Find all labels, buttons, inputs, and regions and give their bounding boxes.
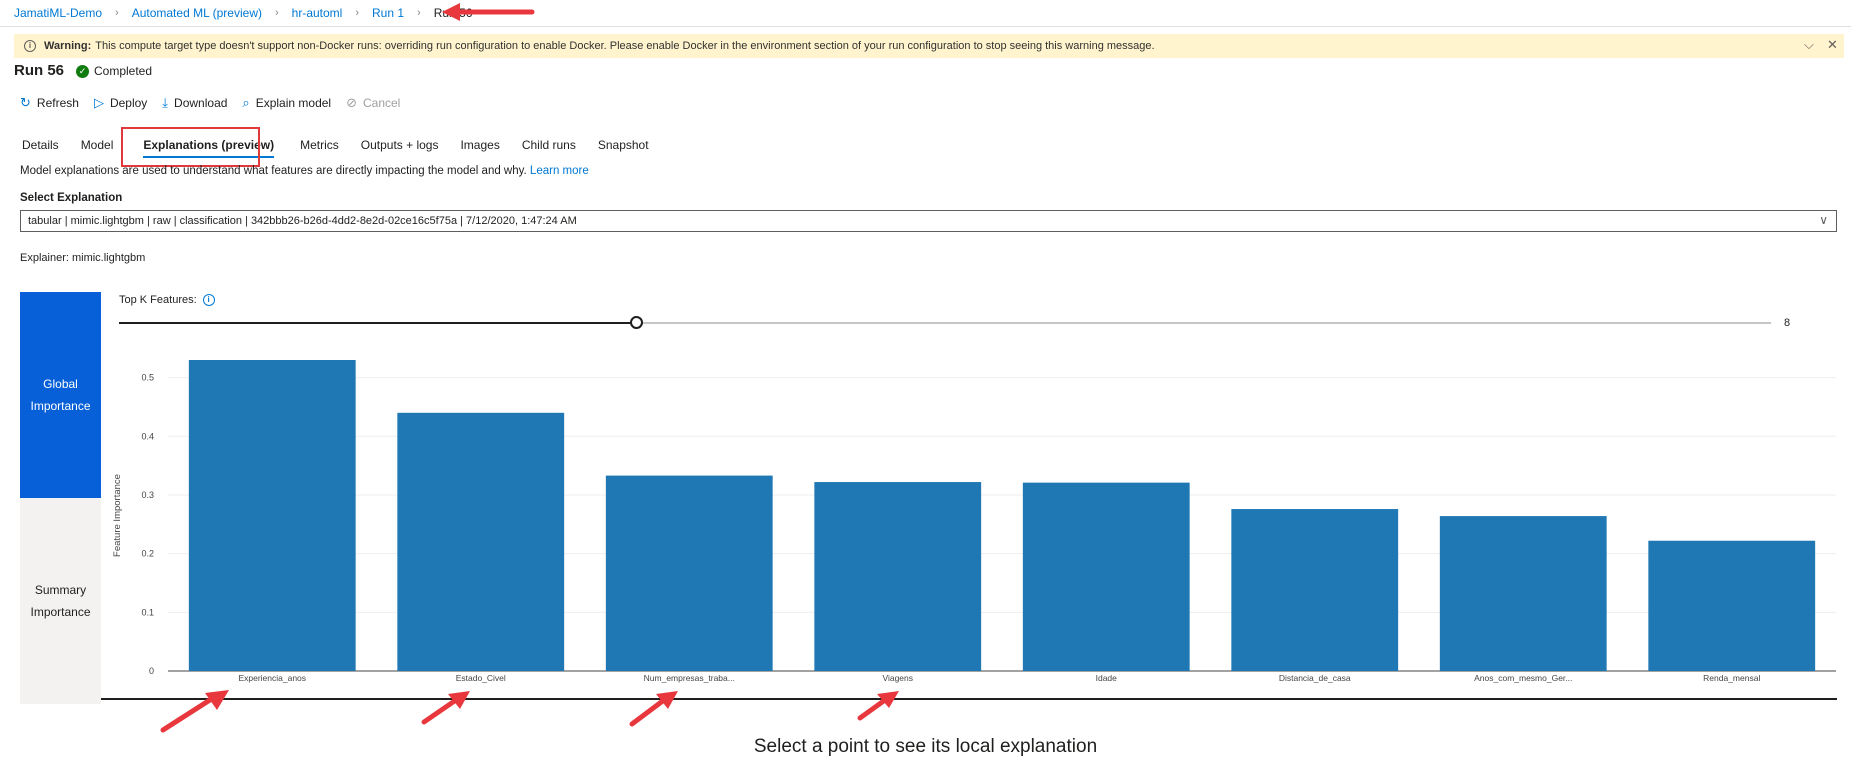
checkmark-icon: ✓ [76,64,89,78]
cancel-label: Cancel [362,96,401,110]
bar[interactable] [1231,509,1399,671]
explanation-dropdown-value: tabular | mimic.lightgbm | raw | classif… [28,215,577,227]
summary-importance-line2: Importance [30,605,91,619]
bar[interactable] [188,360,356,671]
deploy-label: Deploy [109,96,148,110]
breadcrumb-workspace[interactable]: JamatiML-Demo [14,6,102,20]
annotation-highlight-box [121,127,260,167]
bar[interactable] [1439,516,1607,671]
chevron-right-icon: › [115,7,119,19]
select-explanation-label: Select Explanation [20,192,123,204]
y-tick-label: 0.3 [141,490,154,500]
x-tick-label: Renda_mensal [1703,673,1760,683]
y-tick-label: 0.5 [141,373,154,383]
annotation-arrow [421,691,470,725]
tab-snapshot[interactable]: Snapshot [598,138,649,152]
y-tick-label: 0.2 [141,549,154,559]
breadcrumb-parent-run[interactable]: Run 1 [372,6,404,20]
chart-divider [101,698,1837,700]
tab-outputs-logs[interactable]: Outputs + logs [361,138,439,152]
cancel-button[interactable]: ⊘ Cancel [346,95,400,111]
breadcrumb-automl[interactable]: Automated ML (preview) [132,6,262,20]
download-icon: ⤓ [162,95,169,110]
bar[interactable] [397,412,565,671]
tab-model[interactable]: Model [81,138,114,152]
annotation-arrow [629,691,678,727]
chevron-down-icon: ∨ [1819,213,1828,227]
expand-icon[interactable]: ⌵ [1804,37,1814,53]
tab-images[interactable]: Images [460,138,499,152]
x-tick-label: Viagens [882,673,913,683]
refresh-label: Refresh [36,96,79,110]
top-k-features-label: Top K Features: i [119,294,215,306]
bar[interactable] [1022,482,1190,671]
bar[interactable] [1648,540,1816,671]
refresh-button[interactable]: ↻ Refresh [20,95,79,111]
bar[interactable] [814,482,982,671]
play-icon: ▷ [93,95,104,110]
top-k-slider-thumb[interactable] [630,316,644,329]
x-tick-label: Num_empresas_traba... [644,673,735,683]
page-title: Run 56 [14,62,65,79]
annotation-arrow [160,690,229,733]
importance-view-switcher: Global Importance Summary Importance [20,292,101,704]
info-icon: i [24,40,36,52]
refresh-icon: ↻ [20,95,31,110]
warning-label: Warning: [44,40,92,52]
global-importance-line2: Importance [30,399,91,413]
warning-banner: i Warning: This compute target type does… [14,34,1844,58]
y-tick-label: 0.4 [141,431,154,441]
tab-metrics[interactable]: Metrics [300,138,339,152]
chevron-right-icon: › [355,7,360,19]
search-icon: ⌕ [242,95,250,110]
annotation-arrow [857,691,899,721]
explainer-label: Explainer: mimic.lightgbm [20,252,146,264]
feature-importance-chart: 0 0.1 0.2 0.3 0.4 0.5 Feature Importance Experi… [112,360,1836,683]
download-label: Download [174,96,228,110]
deploy-button[interactable]: ▷ Deploy [94,95,147,111]
status-text: Completed [94,64,153,78]
learn-more-link[interactable]: Learn more [530,165,589,177]
description-text: Model explanations are used to understan… [20,165,527,177]
top-k-value: 8 [1784,317,1791,329]
summary-importance-button[interactable]: Summary Importance [20,498,101,704]
chevron-right-icon: › [417,7,421,19]
tab-child-runs[interactable]: Child runs [522,138,576,152]
cancel-icon: ⊘ [346,95,357,110]
y-tick-label: 0 [149,666,154,676]
command-bar: ↻ Refresh ▷ Deploy ⤓ Download ⌕ Explain … [20,95,415,111]
tab-details[interactable]: Details [22,138,59,152]
warning-text: This compute target type doesn't support… [95,40,1155,52]
explain-model-button[interactable]: ⌕ Explain model [242,95,331,111]
chevron-right-icon: › [274,7,279,19]
top-k-slider-track[interactable] [119,322,1771,324]
x-tick-label: Anos_com_mesmo_Ger... [1474,673,1572,683]
x-tick-label: Idade [1096,673,1118,683]
top-k-label-text: Top K Features: [119,294,197,306]
global-importance-line1: Global [43,377,78,391]
download-button[interactable]: ⤓ Download [162,95,227,111]
x-tick-label: Estado_Civel [456,673,506,683]
tab-bar: Details Model Explanations (preview) Met… [22,138,671,158]
annotation-arrow [442,3,535,21]
x-tick-label: Distancia_de_casa [1279,673,1351,683]
x-tick-label: Experiencia_anos [238,673,306,683]
top-k-slider-fill [119,322,637,324]
explanation-description: Model explanations are used to understan… [20,165,589,177]
explanation-dropdown[interactable]: tabular | mimic.lightgbm | raw | classif… [20,210,1837,232]
status-badge: ✓ Completed [76,64,152,78]
info-icon[interactable]: i [202,294,215,306]
close-icon[interactable]: ✕ [1827,37,1838,53]
local-explanation-hint: Select a point to see its local explanat… [753,736,1098,757]
summary-importance-line1: Summary [34,583,87,597]
global-importance-button[interactable]: Global Importance [20,292,101,498]
breadcrumb-experiment[interactable]: hr-automl [292,6,343,20]
breadcrumb: JamatiML-Demo › Automated ML (preview) ›… [0,0,1851,27]
bar[interactable] [605,475,773,671]
y-tick-label: 0.1 [141,607,154,617]
y-axis-label: Feature Importance [112,474,123,557]
explain-model-label: Explain model [255,96,332,110]
